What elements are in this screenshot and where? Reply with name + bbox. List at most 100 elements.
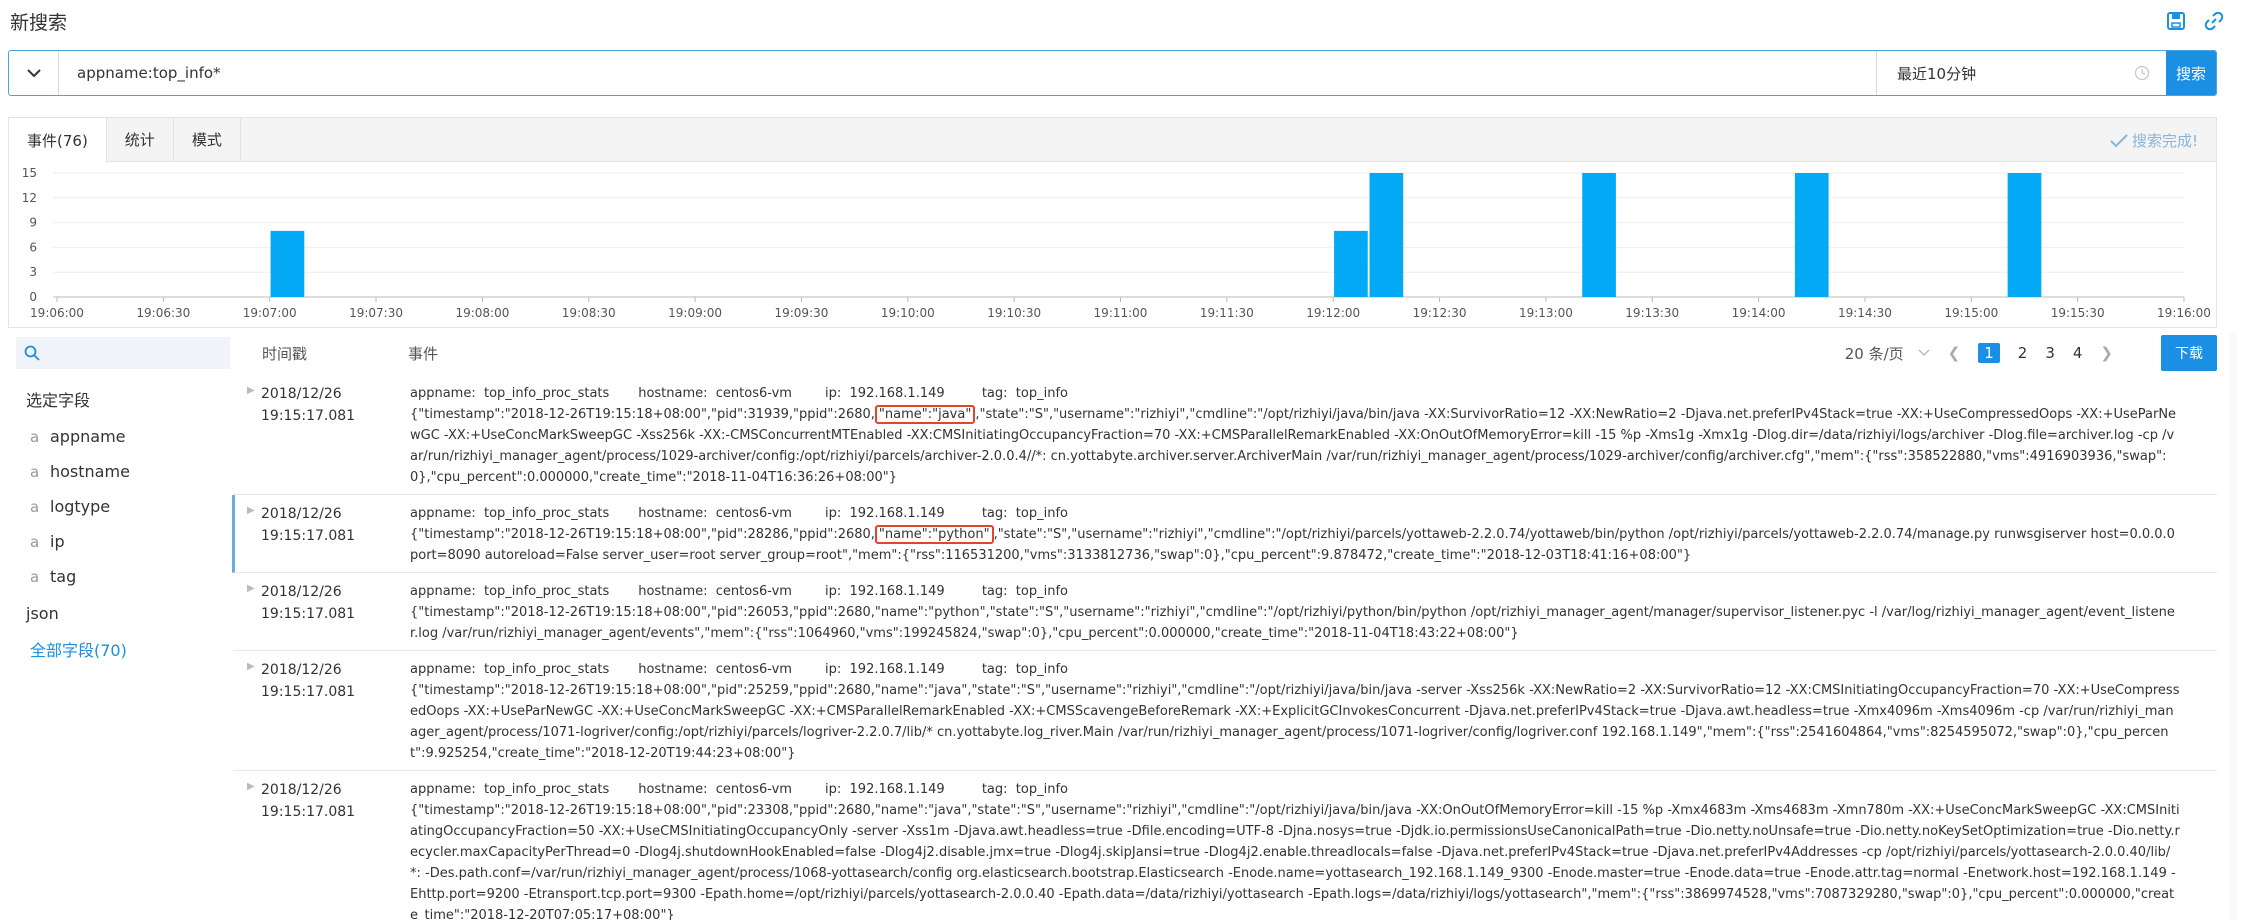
field-item-ip[interactable]: a ip <box>30 532 232 551</box>
page-1[interactable]: 1 <box>1978 343 2000 363</box>
histogram-svg: 15 12 9 6 3 0 19:06:00 19:06:30 19:07:00 19:07:30… <box>22 166 2211 320</box>
search-icon <box>24 345 40 361</box>
event-timestamp: 2018/12/26 19:15:17.081 <box>261 659 355 703</box>
event-raw-text: {"timestamp":"2018-12-26T19:15:18+08:00"… <box>410 803 2180 920</box>
event-date: 2018/12/26 <box>261 386 342 402</box>
search-input[interactable] <box>59 51 1876 95</box>
event-time: 19:15:17.081 <box>261 408 356 424</box>
x-tick-label: 19:16:00 <box>2157 306 2211 320</box>
page-size-select[interactable]: 20 条/页 <box>1845 343 1930 364</box>
field-name: logtype <box>50 497 111 516</box>
x-tick-label: 19:15:30 <box>2051 306 2105 320</box>
x-tick-label: 19:10:30 <box>987 306 1041 320</box>
highlight-match: "name":"java" <box>874 405 976 424</box>
field-search-input[interactable] <box>40 345 230 361</box>
event-body: appname: top_info_proc_stats hostname: c… <box>410 375 2180 494</box>
expand-arrow-icon[interactable]: ▶ <box>247 385 255 396</box>
x-tick-label: 19:06:00 <box>30 306 84 320</box>
event-time: 19:15:17.081 <box>261 606 356 622</box>
field-type: a <box>30 462 40 481</box>
page-4[interactable]: 4 <box>2073 344 2083 362</box>
field-item-appname[interactable]: a appname <box>30 427 232 446</box>
event-timestamp: 2018/12/26 19:15:17.081 <box>261 779 355 823</box>
event-row[interactable]: ▶ 2018/12/26 19:15:17.081 appname: top_info… <box>232 375 2217 495</box>
page-2[interactable]: 2 <box>2018 344 2028 362</box>
histogram-bar[interactable] <box>1369 173 1404 297</box>
col-timestamp-header: 时间戳 <box>262 345 308 363</box>
event-timestamp: 2018/12/26 19:15:17.081 <box>261 383 355 427</box>
time-range-picker[interactable]: 最近10分钟 <box>1876 51 2166 95</box>
time-range-value: 最近10分钟 <box>1897 64 1977 83</box>
x-tick-label: 19:11:30 <box>1200 306 1254 320</box>
tab-stats[interactable]: 统计 <box>107 118 174 161</box>
event-meta: appname: top_info_proc_stats hostname: c… <box>410 584 1068 599</box>
histogram-bar[interactable] <box>1334 230 1368 297</box>
query-history-dropdown[interactable] <box>9 51 59 95</box>
events-table-header: 时间戳 事件 20 条/页 ❮ 1 2 3 4 ❯ 下载 <box>232 333 2217 373</box>
x-tick-label: 19:14:30 <box>1838 306 1892 320</box>
top-icons <box>2165 10 2225 32</box>
histogram-bar[interactable] <box>1582 173 1616 297</box>
prev-page-icon[interactable]: ❮ <box>1948 344 1961 362</box>
event-body: appname: top_info_proc_stats hostname: c… <box>410 651 2180 770</box>
event-meta: appname: top_info_proc_stats hostname: c… <box>410 386 1068 401</box>
event-raw: {"timestamp":"2018-12-26T19:15:18+08:00"… <box>410 680 2180 764</box>
event-row[interactable]: ▶ 2018/12/26 19:15:17.081 appname: top_info… <box>232 573 2217 651</box>
x-tick-label: 19:12:00 <box>1306 306 1360 320</box>
expand-arrow-icon[interactable]: ▶ <box>247 781 255 792</box>
field-type: a <box>30 532 40 551</box>
histogram-bar[interactable] <box>2007 173 2042 297</box>
field-type: a <box>30 497 40 516</box>
x-tick-label: 19:09:30 <box>774 306 828 320</box>
expand-arrow-icon[interactable]: ▶ <box>247 661 255 672</box>
field-item-hostname[interactable]: a hostname <box>30 462 232 481</box>
event-raw-text: {"timestamp":"2018-12-26T19:15:18+08:00"… <box>410 527 875 542</box>
event-list: ▶ 2018/12/26 19:15:17.081 appname: top_info… <box>232 375 2217 920</box>
histogram-bar[interactable] <box>270 230 305 297</box>
histogram-bar[interactable] <box>1794 173 1829 297</box>
all-fields-link[interactable]: 全部字段(70) <box>30 637 232 661</box>
x-tick-label: 19:10:00 <box>881 306 935 320</box>
page-3[interactable]: 3 <box>2045 344 2055 362</box>
next-page-icon[interactable]: ❯ <box>2100 344 2113 362</box>
event-raw-text: {"timestamp":"2018-12-26T19:15:18+08:00"… <box>410 407 875 422</box>
x-tick-label: 19:15:00 <box>1944 306 1998 320</box>
field-name: tag <box>50 567 77 586</box>
y-tick-label: 3 <box>29 265 37 279</box>
event-row[interactable]: ▶ 2018/12/26 19:15:17.081 appname: top_info… <box>232 495 2217 573</box>
event-row[interactable]: ▶ 2018/12/26 19:15:17.081 appname: top_info… <box>232 651 2217 771</box>
json-field[interactable]: json <box>26 604 232 623</box>
field-name: hostname <box>50 462 130 481</box>
link-icon[interactable] <box>2203 10 2225 32</box>
event-row[interactable]: ▶ 2018/12/26 19:15:17.081 appname: top_info… <box>232 771 2217 920</box>
tab-patterns[interactable]: 模式 <box>174 118 241 161</box>
event-date: 2018/12/26 <box>261 584 342 600</box>
x-tick-label: 19:07:30 <box>349 306 403 320</box>
x-tick-label: 19:08:30 <box>562 306 616 320</box>
field-search[interactable] <box>16 337 230 369</box>
save-icon[interactable] <box>2165 10 2187 32</box>
events-panel: 事件(76) 统计 模式 搜索完成! 15 12 9 6 3 0 19:06:00 19:06… <box>8 117 2217 328</box>
field-list: a appname a hostname a logtype a ip a tag <box>8 427 232 586</box>
tab-events[interactable]: 事件(76) <box>9 118 107 163</box>
field-name: ip <box>50 532 65 551</box>
scrollbar[interactable] <box>2229 333 2237 920</box>
y-tick-label: 12 <box>22 191 37 205</box>
x-tick-label: 19:14:00 <box>1732 306 1786 320</box>
field-item-tag[interactable]: a tag <box>30 567 232 586</box>
y-tick-label: 6 <box>29 240 37 254</box>
chevron-down-icon <box>26 69 41 78</box>
event-date: 2018/12/26 <box>261 506 342 522</box>
download-button[interactable]: 下载 <box>2161 335 2217 371</box>
event-raw: {"timestamp":"2018-12-26T19:15:18+08:00"… <box>410 800 2180 920</box>
search-button[interactable]: 搜索 <box>2166 51 2216 95</box>
event-timestamp: 2018/12/26 19:15:17.081 <box>261 503 355 547</box>
x-tick-label: 19:13:00 <box>1519 306 1573 320</box>
event-body: appname: top_info_proc_stats hostname: c… <box>410 573 2180 650</box>
expand-arrow-icon[interactable]: ▶ <box>247 583 255 594</box>
field-item-logtype[interactable]: a logtype <box>30 497 232 516</box>
event-date: 2018/12/26 <box>261 782 342 798</box>
expand-arrow-icon[interactable]: ▶ <box>247 505 255 516</box>
y-tick-label: 0 <box>29 290 37 304</box>
page-title: 新搜索 <box>10 12 68 34</box>
